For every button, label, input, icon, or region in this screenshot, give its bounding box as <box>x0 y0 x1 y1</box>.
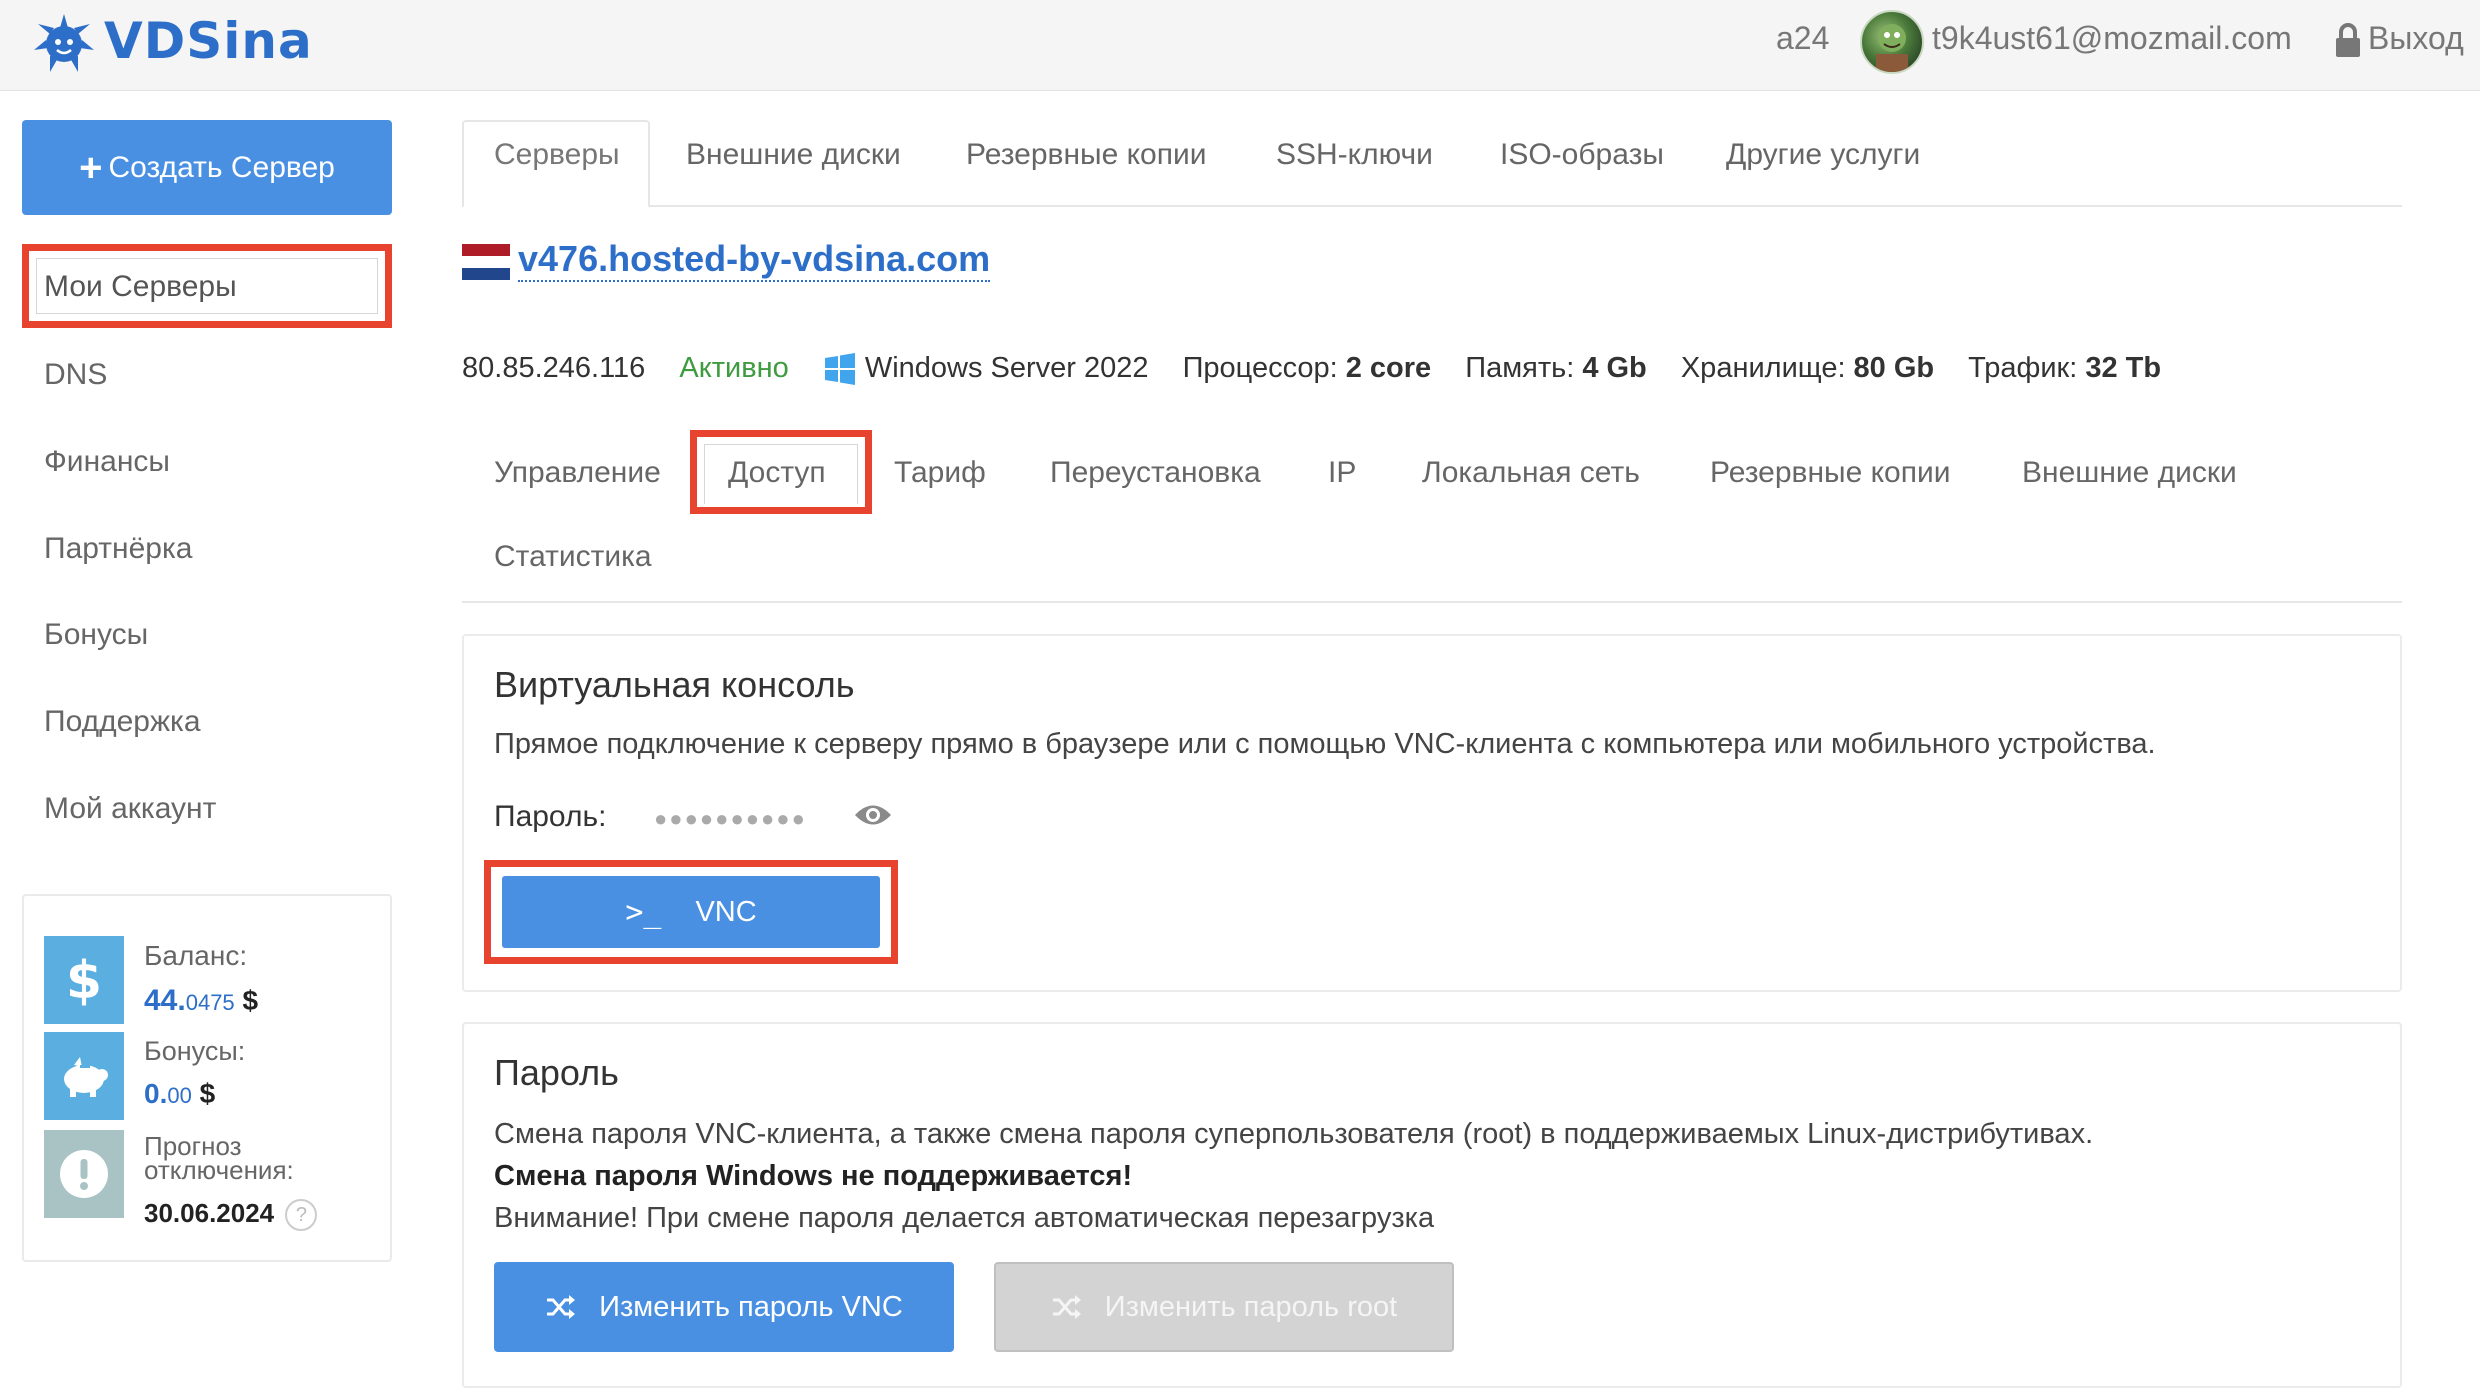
balance-value: 44.0475 $ <box>144 984 259 1017</box>
password-value: ●●●●●●●●●● <box>654 806 807 831</box>
virtual-console-title: Виртуальная консоль <box>494 664 855 705</box>
change-vnc-password-button[interactable]: Изменить пароль VNC <box>494 1262 954 1352</box>
vnc-button-label: VNC <box>695 895 757 928</box>
forecast-date: 30.06.2024 ? <box>144 1198 318 1232</box>
account-id: a24 <box>1776 20 1830 56</box>
server-ip: 80.85.246.116 <box>462 352 646 384</box>
balance-label: Баланс: <box>144 940 248 971</box>
sidebar-item-account[interactable]: Мой аккаунт <box>44 792 216 826</box>
tab-other-services[interactable]: Другие услуги <box>1726 138 1920 172</box>
server-tabs-divider <box>462 601 2402 603</box>
avatar[interactable] <box>1860 10 1924 74</box>
tab-ip[interactable]: IP <box>1328 456 1356 490</box>
sidebar-item-support[interactable]: Поддержка <box>44 705 201 739</box>
sidebar-item-finance[interactable]: Финансы <box>44 445 170 479</box>
server-hostname[interactable]: v476.hosted-by-vdsina.com <box>518 238 991 282</box>
tab-reinstall[interactable]: Переустановка <box>1050 456 1261 490</box>
server-ram: Память: 4 Gb <box>1465 352 1647 384</box>
lock-icon[interactable] <box>2334 22 2362 58</box>
top-tabs-divider <box>462 205 2402 207</box>
brand-name[interactable]: VDSina <box>104 12 313 70</box>
tab-tariff[interactable]: Тариф <box>894 456 986 490</box>
tab-access[interactable]: Доступ <box>728 456 826 490</box>
user-email[interactable]: t9k4ust61@mozmail.com <box>1932 20 2292 57</box>
tab-backups[interactable]: Резервные копии <box>966 138 1207 172</box>
tab-server-external-disks[interactable]: Внешние диски <box>2022 456 2237 490</box>
change-vnc-password-label: Изменить пароль VNC <box>599 1290 903 1323</box>
server-storage: Хранилище: 80 Gb <box>1680 352 1935 384</box>
password-label: Пароль: <box>494 800 607 833</box>
windows-icon <box>824 353 855 386</box>
sidebar-item-partner[interactable]: Партнёрка <box>44 532 192 566</box>
virtual-console-description: Прямое подключение к серверу прямо в бра… <box>494 728 2156 760</box>
bonus-label: Бонусы: <box>144 1036 246 1066</box>
server-traffic: Трафик: 32 Tb <box>1968 352 2162 384</box>
tab-ssh-keys[interactable]: SSH-ключи <box>1276 138 1433 172</box>
server-cpu: Процессор: 2 core <box>1182 352 1432 384</box>
tab-management[interactable]: Управление <box>494 456 661 490</box>
alert-icon <box>44 1130 124 1218</box>
tab-servers[interactable]: Серверы <box>494 138 620 172</box>
create-server-button[interactable]: + Создать Сервер <box>22 120 392 215</box>
piggy-bank-icon <box>44 1032 124 1120</box>
password-panel-warning: Смена пароля Windows не поддерживается! <box>494 1160 1133 1192</box>
sidebar-item-my-servers[interactable]: Мои Серверы <box>44 270 237 304</box>
shuffle-icon <box>1052 1295 1081 1319</box>
shuffle-icon <box>547 1295 576 1319</box>
tab-statistics[interactable]: Статистика <box>494 540 652 574</box>
svg-text:$: $ <box>66 951 102 1010</box>
logo-icon[interactable] <box>32 10 96 74</box>
password-panel-title: Пароль <box>494 1052 619 1093</box>
forecast-label: Прогноз отключения: <box>144 1131 294 1185</box>
sidebar-item-dns[interactable]: DNS <box>44 358 107 392</box>
tab-external-disks[interactable]: Внешние диски <box>686 138 901 172</box>
server-info-row: 80.85.246.116 Активно Windows Server 202… <box>462 352 2187 386</box>
change-root-password-label: Изменить пароль root <box>1104 1290 1398 1323</box>
tab-iso-images[interactable]: ISO-образы <box>1500 138 1664 172</box>
vnc-button[interactable]: >_ VNC <box>502 876 880 948</box>
plus-icon: + <box>79 145 103 190</box>
avatar-image <box>1876 24 1908 72</box>
netherlands-flag-icon <box>462 244 510 280</box>
logout-link[interactable]: Выход <box>2368 20 2464 57</box>
server-os: Windows Server 2022 <box>823 352 1157 386</box>
tab-local-network[interactable]: Локальная сеть <box>1422 456 1640 490</box>
change-root-password-button[interactable]: Изменить пароль root <box>994 1262 1454 1352</box>
tab-server-backups[interactable]: Резервные копии <box>1710 456 1951 490</box>
eye-icon[interactable] <box>854 802 892 828</box>
create-server-label: Создать Сервер <box>108 150 335 184</box>
top-header: VDSina a24 t9k4ust61@mozmail.com Выход <box>0 0 2480 91</box>
server-status: Активно <box>679 352 789 384</box>
help-icon[interactable]: ? <box>285 1199 318 1232</box>
bonus-value: 0.00 $ <box>144 1078 216 1109</box>
terminal-icon: >_ <box>625 894 662 930</box>
dollar-icon: $ <box>44 936 124 1024</box>
sidebar-item-bonuses[interactable]: Бонусы <box>44 618 148 652</box>
password-panel-notice: Внимание! При смене пароля делается авто… <box>494 1202 1435 1234</box>
password-panel-line1: Смена пароля VNC-клиента, а также смена … <box>494 1118 2094 1150</box>
